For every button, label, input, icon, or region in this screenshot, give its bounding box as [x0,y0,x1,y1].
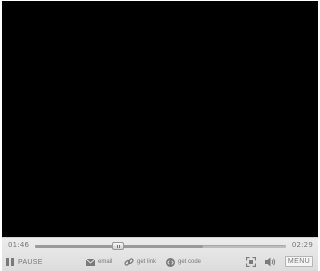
get-code-button[interactable]: get code [166,256,201,268]
total-time: 02:29 [291,241,313,249]
fullscreen-icon[interactable] [246,257,256,267]
email-button[interactable]: email [86,256,112,268]
control-bar: 01:46 02:29 PAUSE email get link get cod… [2,237,318,271]
speaker-icon[interactable] [265,257,276,267]
envelope-icon [86,258,95,266]
email-label: email [98,259,113,265]
pause-icon [6,258,14,266]
video-player: 01:46 02:29 PAUSE email get link get cod… [0,0,320,271]
get-link-label: get link [137,259,157,265]
button-row: PAUSE email get link get code MENU [2,255,318,269]
menu-button[interactable]: MENU [285,256,313,267]
pause-button[interactable]: PAUSE [6,256,43,268]
get-code-label: get code [178,259,202,265]
embed-code-icon [166,257,175,267]
current-time: 01:46 [8,241,30,249]
chain-link-icon [124,258,134,266]
video-screen[interactable] [2,1,318,237]
seek-bar[interactable] [35,242,286,250]
pause-label: PAUSE [18,258,43,266]
seek-handle[interactable] [112,242,124,250]
get-link-button[interactable]: get link [124,256,156,268]
